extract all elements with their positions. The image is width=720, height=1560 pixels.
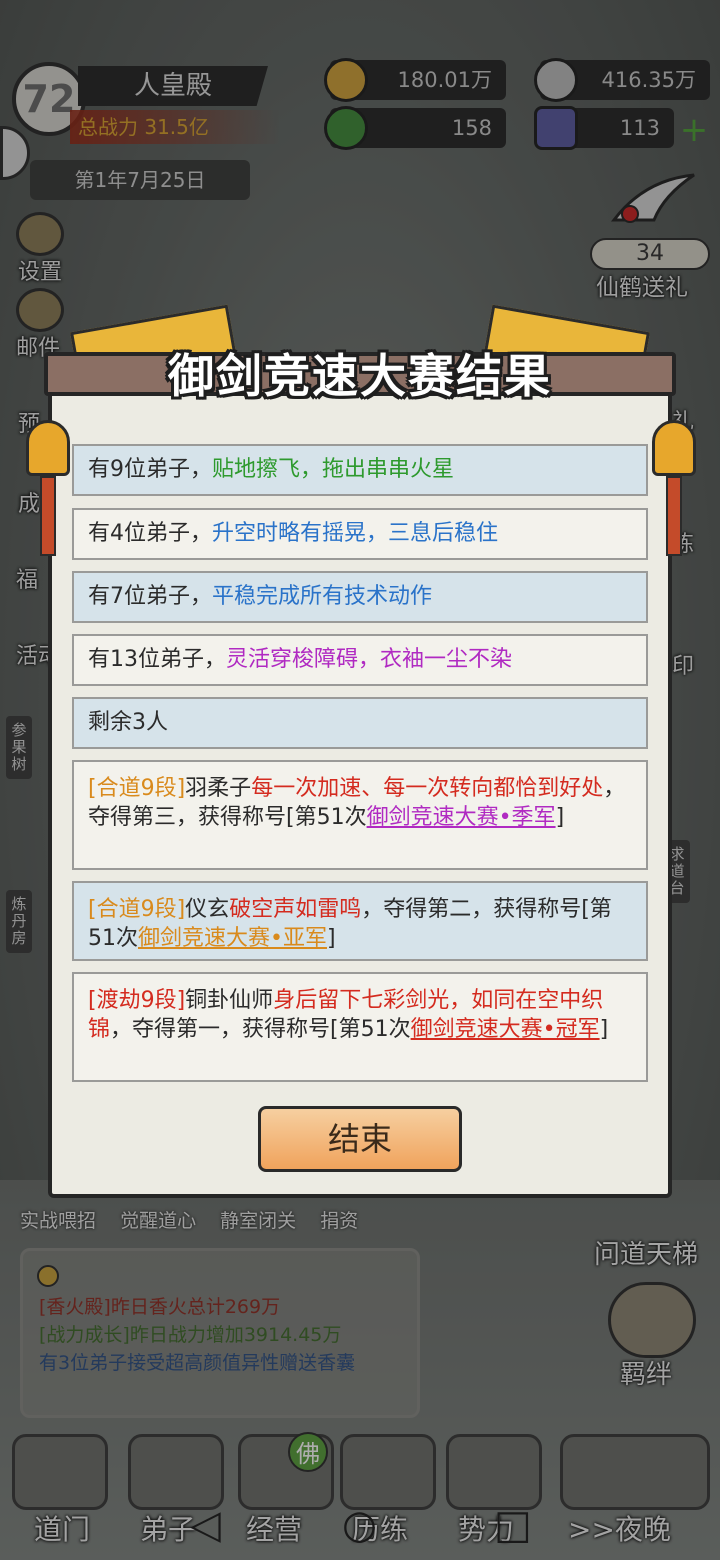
result-row-third-place: [合道9段]羽柔子每一次加速、每一次转向都恰到好处，夺得第三，获得称号[第51次… [72,760,648,870]
left-tassel [40,476,56,556]
second-rank: [合道9段] [88,897,186,922]
result-row: 有4位弟子，升空时略有摇晃，三息后稳住 [72,508,648,560]
panel-title: 御剑竞速大赛结果 [168,349,552,403]
row-prefix: 有9位弟子， [88,457,212,482]
left-bell-icon [26,420,70,476]
result-row: 有13位弟子，灵活穿梭障碍，衣袖一尘不染 [72,634,648,686]
third-title-link[interactable]: 御剑竞速大赛•季军 [367,805,556,830]
end-button[interactable]: 结束 [258,1106,462,1172]
first-result: ，夺得第一，获得称号[第51次 [110,1017,411,1042]
right-bell-icon [652,420,696,476]
first-name: 铜卦仙师 [185,988,274,1013]
result-row-first-place: [渡劫9段]铜卦仙师身后留下七彩剑光，如同在空中织锦，夺得第一，获得称号[第51… [72,972,648,1082]
first-close: ] [599,1017,609,1042]
second-name: 仪玄 [185,897,230,922]
right-tassel [666,476,682,556]
third-feat: 每一次加速、每一次转向都恰到好处 [251,776,604,801]
row-desc: 平稳完成所有技术动作 [212,584,433,609]
first-title-link[interactable]: 御剑竞速大赛•冠军 [411,1017,600,1042]
result-row: 有7位弟子，平稳完成所有技术动作 [72,571,648,623]
third-close: ] [555,805,565,830]
row-desc: 贴地擦飞，拖出串串火星 [212,457,455,482]
first-rank: [渡劫9段] [88,988,186,1013]
row-prefix: 有13位弟子， [88,647,226,672]
row-remaining-text: 剩余3人 [88,710,168,735]
row-desc: 升空时略有摇晃，三息后稳住 [212,521,499,546]
third-name: 羽柔子 [185,776,252,801]
row-prefix: 有7位弟子， [88,584,212,609]
row-desc: 灵活穿梭障碍，衣袖一尘不染 [226,647,513,672]
result-row-second-place: [合道9段]仪玄破空声如雷鸣，夺得第二，获得称号[第51次御剑竞速大赛•亚军] [72,881,648,961]
result-row: 有9位弟子，贴地擦飞，拖出串串火星 [72,444,648,496]
third-rank: [合道9段] [88,776,186,801]
second-feat: 破空声如雷鸣 [229,897,362,922]
second-title-link[interactable]: 御剑竞速大赛•亚军 [138,926,327,951]
result-row-remaining: 剩余3人 [72,697,648,749]
row-prefix: 有4位弟子， [88,521,212,546]
second-close: ] [326,926,336,951]
